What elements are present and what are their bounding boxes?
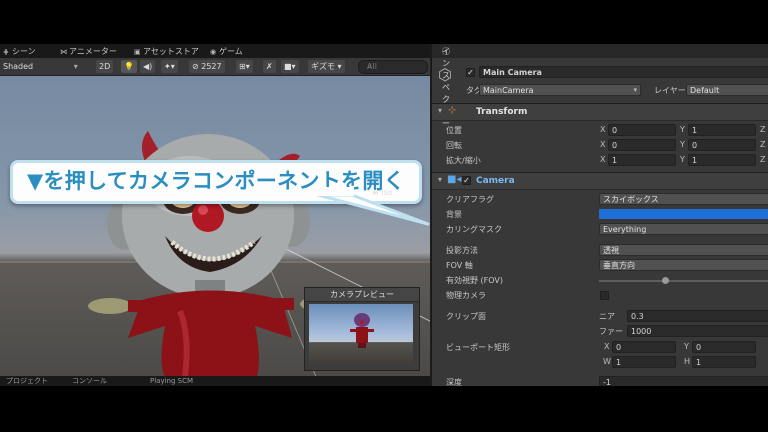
tab-playing-scm[interactable]: Playing SCM: [150, 376, 193, 386]
position-x-field[interactable]: 0: [608, 124, 676, 136]
tab-game[interactable]: ◉ ゲーム: [210, 46, 243, 58]
animator-icon: ⋈: [60, 48, 67, 56]
tab-animator[interactable]: ⋈ アニメーター: [60, 46, 117, 58]
effects-dropdown[interactable]: ✦▾: [161, 60, 178, 73]
fov-row: 有効視野 (FOV): [432, 273, 768, 287]
instruction-callout: ▼を押してカメラコンポーネントを開く: [10, 160, 422, 204]
camera-settings-dropdown[interactable]: ■▾: [281, 60, 299, 73]
game-icon: ◉: [210, 48, 217, 56]
projection-row: 投影方法 透視: [432, 243, 768, 257]
scale-x-field[interactable]: 1: [608, 154, 676, 166]
clipping-planes-row: クリップ面 ニア 0.3 ファー 1000: [432, 309, 768, 339]
tab-project[interactable]: プロジェクト: [6, 376, 48, 386]
iso-icon: ≡: [372, 188, 379, 197]
expand-arrow-icon: ▾: [438, 175, 443, 184]
viewport-rect-row: ビューポート矩形 X 0 Y 0 W 1 H 1: [432, 340, 768, 370]
camera-preview-image: [309, 304, 413, 365]
near-clip-field[interactable]: 0.3: [627, 310, 768, 322]
gizmos-dropdown[interactable]: ギズモ ▾: [308, 60, 345, 73]
lightbulb-icon: 💡: [124, 62, 134, 71]
scene-viewport[interactable]: ▼を押してカメラコンポーネントを開く ≡ Iso カメラプレビュー: [0, 76, 430, 386]
viewport-y-field[interactable]: 0: [692, 341, 756, 353]
tab-console[interactable]: コンソール: [72, 376, 107, 386]
viewport-h-field[interactable]: 1: [692, 356, 756, 368]
grid-toggle[interactable]: ⊞▾: [236, 60, 253, 73]
scene-icon: ⋕: [3, 48, 9, 56]
fov-axis-row: FOV 軸 垂直方向: [432, 258, 768, 272]
transform-header[interactable]: ▾ ⊹ Transform: [432, 103, 768, 121]
grid-icon: ⊞▾: [239, 62, 250, 71]
audio-toggle[interactable]: ◀): [140, 60, 156, 73]
fov-slider-handle[interactable]: [662, 277, 669, 284]
layer-dropdown[interactable]: Default: [686, 84, 768, 96]
culling-mask-dropdown[interactable]: Everything: [599, 223, 768, 235]
scale-row: 拡大/縮小 X 1 Y 1 Z: [446, 154, 766, 166]
chevron-down-icon: ▾: [73, 62, 78, 71]
far-clip-field[interactable]: 1000: [627, 325, 768, 337]
clear-flags-dropdown[interactable]: スカイボックス: [599, 193, 768, 205]
bottom-tab-bar: プロジェクト コンソール Playing SCM: [0, 376, 430, 386]
scale-y-field[interactable]: 1: [688, 154, 756, 166]
culling-mask-row: カリングマスク Everything: [432, 222, 768, 236]
depth-field[interactable]: -1: [599, 376, 768, 386]
tag-dropdown[interactable]: MainCamera ▾: [479, 84, 641, 96]
physical-camera-checkbox[interactable]: [600, 291, 609, 300]
wrench-icon: ✗: [266, 62, 273, 71]
background-row: 背景: [432, 207, 768, 221]
chevron-down-icon: ▾: [335, 62, 342, 71]
background-color-swatch[interactable]: [599, 209, 768, 219]
2d-toggle[interactable]: 2D: [96, 60, 114, 73]
expand-arrow-icon: ▾: [438, 106, 443, 115]
object-name-field[interactable]: Main Camera: [479, 66, 768, 78]
fov-axis-dropdown[interactable]: 垂直方向: [599, 259, 768, 271]
camera-component-header[interactable]: ▾ ■◂ ✓ Camera: [432, 172, 768, 190]
object-header: ⬡ ✓ Main Camera タグ MainCamera ▾ レイヤー Defa…: [432, 60, 768, 100]
scene-panel: ⋕ シーン ⋈ アニメーター ▣ アセットストア ◉ ゲーム Shaded ▾ 2D 💡…: [0, 44, 430, 386]
rotation-x-field[interactable]: 0: [608, 139, 676, 151]
projection-iso-label[interactable]: ≡ Iso: [372, 188, 393, 197]
lighting-toggle[interactable]: 💡: [121, 60, 137, 73]
chevron-down-icon: ▾: [633, 86, 637, 94]
cube-icon: ⬡: [438, 65, 452, 84]
position-y-field[interactable]: 1: [688, 124, 756, 136]
depth-row: 深度 -1: [432, 375, 768, 386]
shading-mode-dropdown[interactable]: Shaded ▾: [3, 60, 78, 73]
rotation-y-field[interactable]: 0: [688, 139, 756, 151]
camera-icon: ■◂: [447, 174, 462, 185]
tools-toggle[interactable]: ✗: [263, 60, 276, 73]
object-active-checkbox[interactable]: ✓: [466, 68, 475, 77]
eye-slash-icon: ⊘: [192, 62, 199, 71]
unity-editor: ⋕ シーン ⋈ アニメーター ▣ アセットストア ◉ ゲーム Shaded ▾ 2D 💡…: [0, 44, 768, 386]
clear-flags-row: クリアフラグ スカイボックス: [432, 192, 768, 206]
camera-preview: カメラプレビュー: [304, 287, 420, 371]
tab-asset-store[interactable]: ▣ アセットストア: [134, 46, 199, 58]
scene-search-input[interactable]: ⌕ All: [358, 60, 428, 74]
preview-character: [350, 313, 374, 348]
tab-inspector[interactable]: ⓘ インスペクター: [432, 44, 768, 128]
speaker-icon: ◀): [143, 62, 153, 71]
physical-camera-row: 物理カメラ: [432, 288, 768, 302]
scene-tab-bar: ⋕ シーン ⋈ アニメーター ▣ アセットストア ◉ ゲーム: [0, 44, 430, 58]
viewport-x-field[interactable]: 0: [612, 341, 676, 353]
effects-icon: ✦▾: [164, 62, 175, 71]
inspector-panel: ⓘ インスペクター ⬡ ✓ Main Camera タグ MainCamera▾…: [431, 44, 768, 386]
transform-icon: ⊹: [448, 105, 457, 116]
camera-icon: ■▾: [284, 62, 296, 71]
tab-scene[interactable]: ⋕ シーン: [3, 46, 36, 58]
scene-toolbar: Shaded ▾ 2D 💡 ◀) ✦▾ ⊘ 2527 ⊞▾ ✗ ■▾ ギズモ ▾…: [0, 58, 430, 76]
fov-slider-track[interactable]: [599, 280, 768, 282]
camera-enabled-checkbox[interactable]: ✓: [462, 176, 471, 185]
rotation-row: 回転 X 0 Y 0 Z: [446, 139, 766, 151]
position-row: 位置 X 0 Y 1 Z: [446, 124, 766, 136]
projection-dropdown[interactable]: 透視: [599, 244, 768, 256]
asset-store-icon: ▣: [134, 48, 141, 56]
viewport-w-field[interactable]: 1: [612, 356, 676, 368]
hidden-objects-toggle[interactable]: ⊘ 2527: [189, 60, 225, 73]
layer-label: レイヤー: [654, 86, 686, 95]
